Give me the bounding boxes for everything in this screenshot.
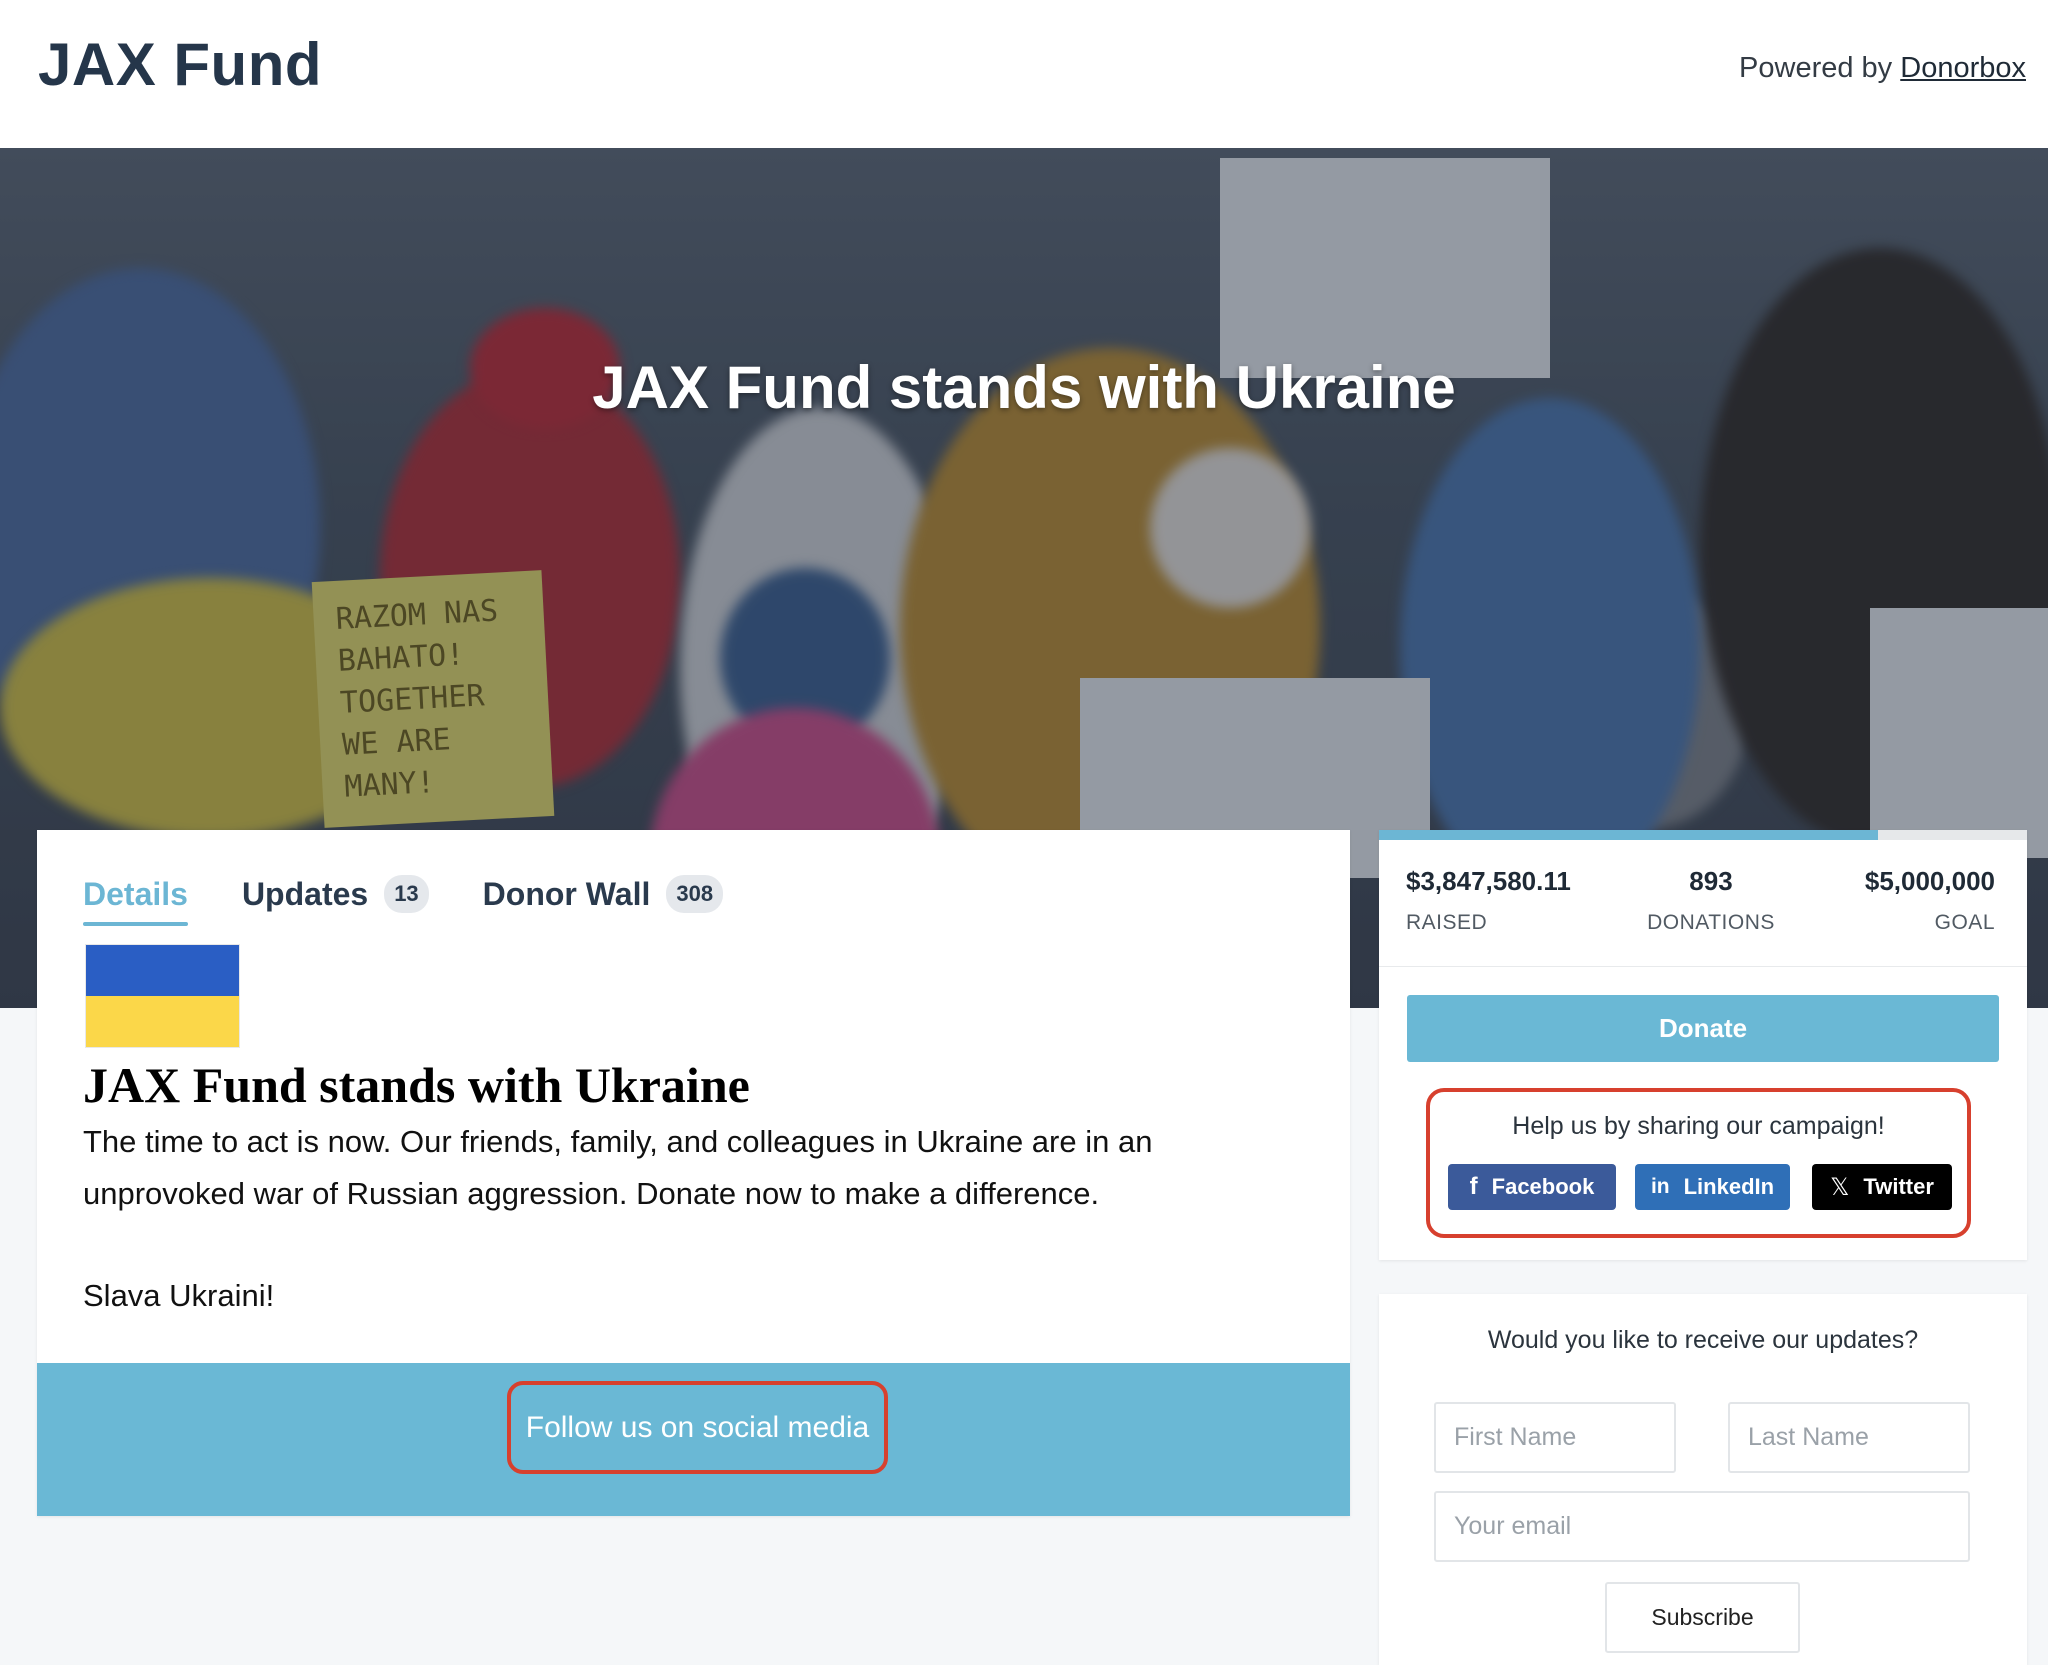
updates-subscribe-card: Would you like to receive our updates? S… <box>1379 1294 2027 1665</box>
stat-goal: $5,000,000 GOAL <box>1865 866 1995 935</box>
goal-value: $5,000,000 <box>1864 866 1995 896</box>
x-icon: 𝕏 <box>1830 1173 1850 1201</box>
tab-donor-wall[interactable]: Donor Wall 308 <box>482 866 724 922</box>
content-paragraph: The time to act is now. Our friends, fam… <box>83 1124 1153 1211</box>
divider <box>1379 966 2027 967</box>
hero-title: JAX Fund stands with Ukraine <box>592 354 1456 421</box>
goal-label: GOAL <box>1934 911 1995 934</box>
twitter-share-button[interactable]: 𝕏 Twitter <box>1812 1164 1952 1210</box>
donations-label: DONATIONS <box>1647 911 1775 934</box>
content-body: The time to act is now. Our friends, fam… <box>83 1116 1283 1372</box>
progress-bar <box>1379 830 2027 840</box>
donorbox-link[interactable]: Donorbox <box>1900 52 2026 84</box>
donor-count-badge: 308 <box>666 875 724 913</box>
donation-stats-card: $3,847,580.11 RAISED 893 DONATIONS $5,00… <box>1379 830 2027 1260</box>
tab-label: Donor Wall <box>482 875 651 912</box>
ukraine-flag-image <box>85 944 240 1048</box>
top-bar: JAX Fund Powered by Donorbox <box>0 0 2048 148</box>
flag-yellow-stripe <box>86 996 239 1047</box>
flag-blue-stripe <box>86 945 239 996</box>
powered-by-text: Powered by <box>1739 52 1893 84</box>
follow-bar: Follow us on social media <box>37 1363 1350 1516</box>
content-paragraph: Slava Ukraini! <box>83 1278 275 1313</box>
tab-details[interactable]: Details <box>83 866 188 926</box>
facebook-share-button[interactable]: f Facebook <box>1448 1164 1616 1210</box>
linkedin-icon: in <box>1650 1175 1670 1198</box>
updates-title: Would you like to receive our updates? <box>1487 1326 1919 1354</box>
follow-social-media-button[interactable]: Follow us on social media <box>507 1381 888 1474</box>
linkedin-share-button[interactable]: in LinkedIn <box>1635 1164 1790 1210</box>
tab-updates[interactable]: Updates 13 <box>242 866 429 922</box>
brand-title: JAX Fund <box>38 31 322 98</box>
donate-button[interactable]: Donate <box>1407 995 1999 1062</box>
powered-by: Powered by Donorbox <box>1739 52 2026 85</box>
share-button-label: LinkedIn <box>1683 1174 1775 1199</box>
share-button-label: Twitter <box>1863 1174 1934 1199</box>
raised-value: $3,847,580.11 <box>1406 866 1571 896</box>
updates-count-badge: 13 <box>384 875 429 913</box>
tab-bar: Details Updates 13 Donor Wall 308 <box>83 866 777 926</box>
tab-label: Details <box>83 875 188 912</box>
donations-value: 893 <box>1689 866 1733 896</box>
last-name-input[interactable] <box>1728 1402 1970 1473</box>
share-campaign-box: Help us by sharing our campaign! f Faceb… <box>1426 1088 1971 1238</box>
email-input[interactable] <box>1434 1491 1970 1562</box>
share-button-label: Facebook <box>1491 1174 1595 1199</box>
facebook-icon: f <box>1469 1173 1478 1200</box>
stat-raised: $3,847,580.11 RAISED <box>1406 866 1571 935</box>
progress-fill <box>1379 830 1878 840</box>
first-name-input[interactable] <box>1434 1402 1676 1473</box>
campaign-details-card: Details Updates 13 Donor Wall 308 JAX Fu… <box>37 830 1350 1516</box>
share-title: Help us by sharing our campaign! <box>1512 1112 1885 1140</box>
content-title: JAX Fund stands with Ukraine <box>83 1057 750 1113</box>
raised-label: RAISED <box>1406 911 1488 934</box>
subscribe-button[interactable]: Subscribe <box>1605 1582 1800 1653</box>
stat-donations: 893 DONATIONS <box>1636 866 1786 935</box>
tab-label: Updates <box>241 875 369 912</box>
